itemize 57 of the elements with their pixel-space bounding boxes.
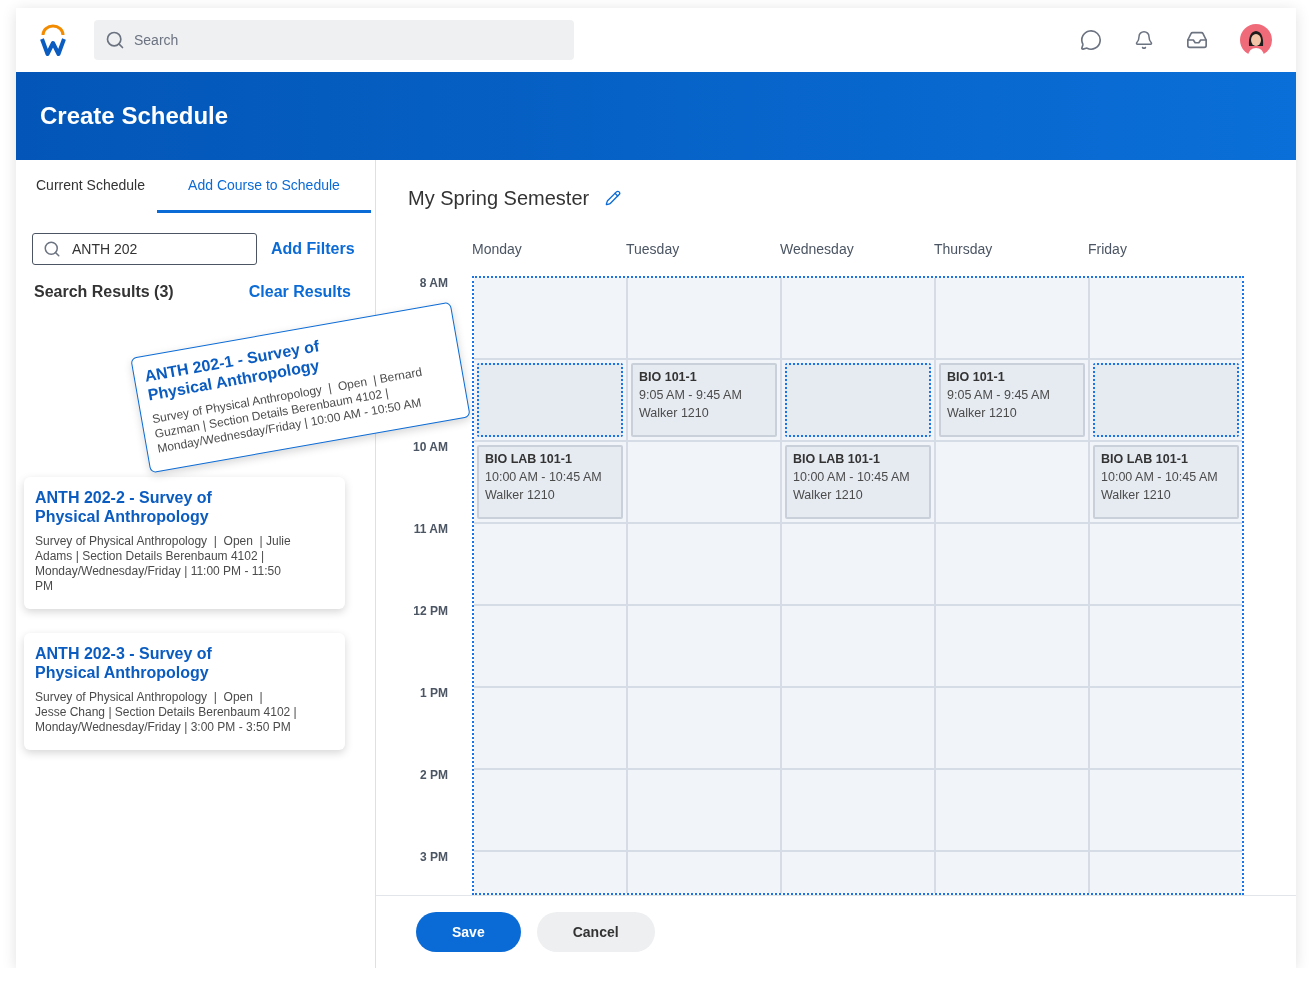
clear-results-link[interactable]: Clear Results xyxy=(248,283,351,301)
class-block[interactable]: BIO LAB 101-1 10:00 AM - 10:45 AM Walker 1210 xyxy=(785,445,931,519)
class-room: Walker 1210 xyxy=(1101,488,1172,502)
results-heading: Search Results (3) xyxy=(34,283,174,301)
course-card[interactable]: ANTH 202-2 - Survey of Physical Anthropology Survey of Physical Anthropology | Open | Julie Adams | Section Details Berenbaum 4102 | Monday/Wednesday/Friday | 11:00 PM - 11:50 PM xyxy=(24,477,345,609)
class-room: Walker 1210 xyxy=(639,406,710,420)
tab[interactable]: Add Course to Schedule xyxy=(156,160,371,213)
cancel-button[interactable]: Cancel xyxy=(536,912,655,952)
course-title: ANTH 202-2 - Survey of Physical Anthropology xyxy=(35,488,213,526)
class-room: Walker 1210 xyxy=(485,488,556,502)
day-heading: Friday xyxy=(1088,241,1128,257)
logo-icon xyxy=(40,24,66,56)
day-heading: Wednesday xyxy=(780,241,855,257)
class-time: 10:00 AM - 10:45 AM xyxy=(793,470,911,484)
class-time: 10:00 AM - 10:45 AM xyxy=(485,470,603,484)
day-heading: Monday xyxy=(472,241,523,257)
course-details: Survey of Physical Anthropology | Open | Julie Adams | Section Details Berenbaum 4102 | Monday/Wednesday/Friday | 11:00 PM - 11:50 PM xyxy=(35,534,292,594)
time-label: 8 AM xyxy=(419,276,448,290)
class-title: BIO LAB 101-1 xyxy=(485,452,573,466)
page-title: Create Schedule xyxy=(40,102,229,130)
class-time: 9:05 AM - 9:45 AM xyxy=(947,388,1051,402)
avatar[interactable] xyxy=(1240,24,1272,56)
edit-icon[interactable] xyxy=(605,190,622,206)
schedule-title: My Spring Semester xyxy=(408,186,590,210)
notifications-icon[interactable] xyxy=(1134,30,1154,50)
class-room: Walker 1210 xyxy=(793,488,864,502)
search-icon xyxy=(43,240,61,258)
time-label: 10 AM xyxy=(413,440,448,454)
chat-icon[interactable] xyxy=(1080,29,1102,51)
class-time: 10:00 AM - 10:45 AM xyxy=(1101,470,1219,484)
class-block[interactable]: BIO LAB 101-1 10:00 AM - 10:45 AM Walker 1210 xyxy=(1093,445,1239,519)
class-title: BIO LAB 101-1 xyxy=(793,452,881,466)
class-title: BIO 101-1 xyxy=(639,370,698,384)
time-label: 11 AM xyxy=(413,522,448,536)
search-icon xyxy=(105,30,125,50)
course-search-field[interactable]: ANTH 202 xyxy=(32,233,257,265)
inbox-icon[interactable] xyxy=(1186,29,1208,51)
class-block[interactable]: BIO 101-1 9:05 AM - 9:45 AM Walker 1210 xyxy=(939,363,1085,437)
course-title: ANTH 202-3 - Survey of Physical Anthropology xyxy=(35,644,213,682)
time-label: 3 PM xyxy=(420,850,448,864)
time-label: 1 PM xyxy=(420,686,448,700)
course-card[interactable]: ANTH 202-3 - Survey of Physical Anthropology Survey of Physical Anthropology | Open | Jesse Chang | Section Details Berenbaum 4102 | Monday/Wednesday/Friday | 3:00 PM - 3:50 PM xyxy=(24,633,345,750)
tab[interactable]: Current Schedule xyxy=(24,160,157,213)
day-heading: Thursday xyxy=(934,241,994,257)
save-button[interactable]: Save xyxy=(416,912,521,952)
course-details: Survey of Physical Anthropology | Open | Jesse Chang | Section Details Berenbaum 4102 | Monday/Wednesday/Friday | 3:00 PM - 3:50 PM xyxy=(35,690,297,735)
class-title: BIO 101-1 xyxy=(947,370,1006,384)
class-block[interactable]: BIO 101-1 9:05 AM - 9:45 AM Walker 1210 xyxy=(631,363,777,437)
class-title: BIO LAB 101-1 xyxy=(1101,452,1189,466)
class-room: Walker 1210 xyxy=(947,406,1018,420)
add-filters-link[interactable]: Add Filters xyxy=(271,240,355,258)
time-label: 12 PM xyxy=(413,604,448,618)
search-field[interactable]: Search xyxy=(94,20,574,60)
class-block[interactable]: BIO LAB 101-1 10:00 AM - 10:45 AM Walker 1210 xyxy=(477,445,623,519)
class-time: 9:05 AM - 9:45 AM xyxy=(639,388,743,402)
day-heading: Tuesday xyxy=(626,241,681,257)
time-label: 2 PM xyxy=(420,768,448,782)
